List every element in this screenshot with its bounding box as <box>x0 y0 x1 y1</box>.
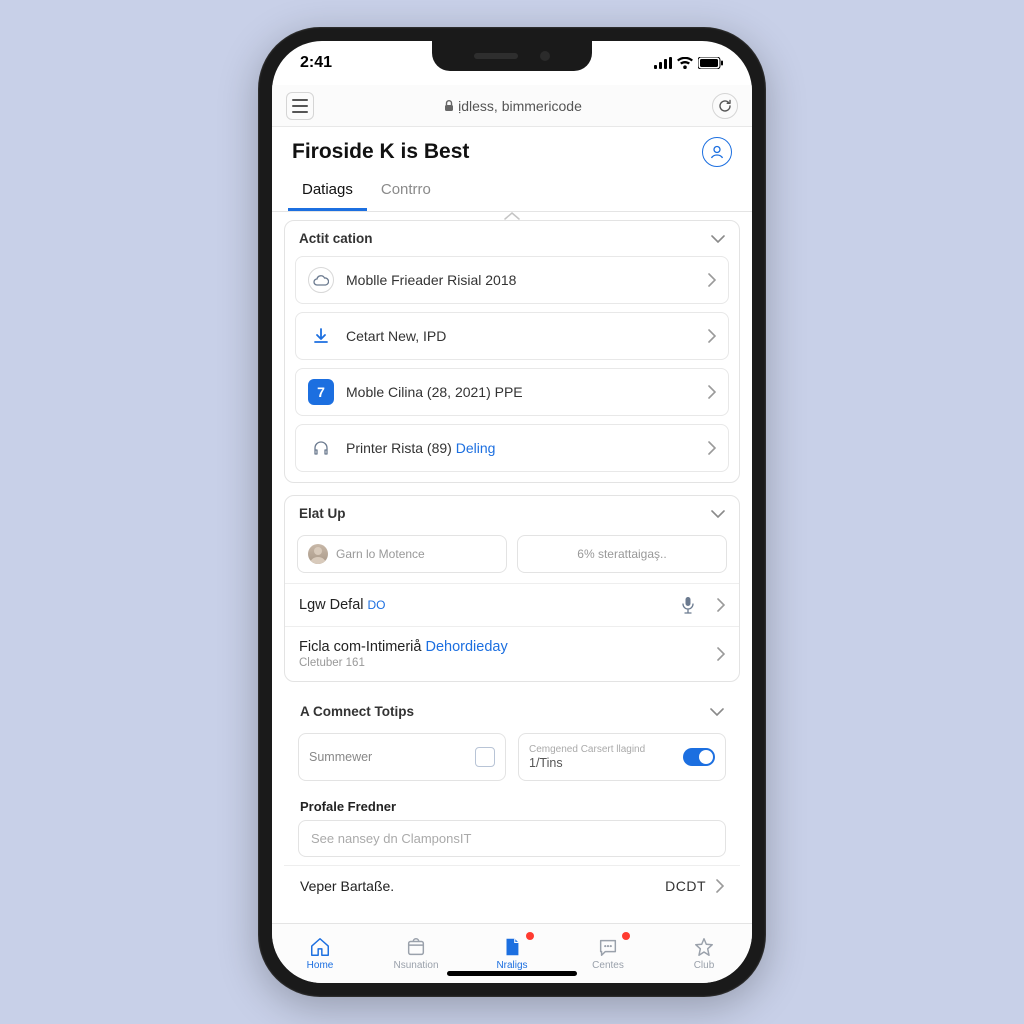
profile-button[interactable] <box>702 137 732 167</box>
status-time: 2:41 <box>300 54 332 72</box>
chevron-down-icon <box>711 510 725 518</box>
section-connect-totips: A Comnect Totips Summewer Cemgened Carse… <box>284 694 740 789</box>
list-item[interactable]: Cetart New, IPD <box>295 312 729 360</box>
mic-icon <box>681 596 695 614</box>
document-icon <box>501 936 523 958</box>
row-label: Veper Bartaße. <box>300 878 665 894</box>
chevron-right-icon <box>708 273 716 287</box>
chevron-right-icon <box>717 598 725 612</box>
browser-bar: ịdless, bimmericode <box>272 85 752 127</box>
list-item-label: Printer Rista (89) Deling <box>346 440 696 456</box>
caret-up-icon <box>503 211 521 221</box>
lock-icon <box>444 100 454 112</box>
content: Actit cation Moblle Frieader Risial 2018… <box>272 212 752 923</box>
row-veper[interactable]: Veper Bartaße. DCDT <box>284 865 740 906</box>
tab-bar: Datiags Contrro <box>272 173 752 212</box>
reload-button[interactable] <box>712 93 738 119</box>
menu-button[interactable] <box>286 92 314 120</box>
screen: 2:41 ịdless, bimmericode Firoside K is B… <box>272 41 752 983</box>
section-header[interactable]: Elat Up <box>285 496 739 531</box>
row-label: Lgw Defal DO <box>299 597 671 613</box>
toggle-row: Summewer Cemgened Carsert llagind 1/Tins <box>284 729 740 789</box>
chip-stat[interactable]: 6% sterattaigaş.. <box>517 535 727 573</box>
toggle-summewer[interactable]: Summewer <box>298 733 506 781</box>
number-badge-icon: 7 <box>308 379 334 405</box>
list-item-label: Moblle Frieader Risial 2018 <box>346 272 696 288</box>
tabbar-home[interactable]: Home <box>272 924 368 983</box>
box-icon <box>405 936 427 958</box>
chevron-down-icon <box>711 235 725 243</box>
status-icons <box>654 57 724 69</box>
toggle-switch[interactable] <box>683 748 715 766</box>
chevron-right-icon <box>716 879 724 893</box>
list-item[interactable]: Printer Rista (89) Deling <box>295 424 729 472</box>
badge-dot <box>622 932 630 940</box>
url-display[interactable]: ịdless, bimmericode <box>324 98 702 114</box>
notch <box>432 41 592 71</box>
badge-dot <box>526 932 534 940</box>
chip-person[interactable]: Garn lo Motence <box>297 535 507 573</box>
chevron-right-icon <box>717 647 725 661</box>
chips-row: Garn lo Motence 6% sterattaigaş.. <box>285 531 739 583</box>
row-ficla[interactable]: Ficla com-Intimeriå Dehordieday Cletuber… <box>285 626 739 681</box>
list-item-label: Cetart New, IPD <box>346 328 696 344</box>
cloud-icon <box>308 267 334 293</box>
row-label: Ficla com-Intimeriå Dehordieday <box>299 639 707 655</box>
toggle-tins[interactable]: Cemgened Carsert llagind 1/Tins <box>518 733 726 781</box>
chevron-right-icon <box>708 441 716 455</box>
reload-icon <box>718 99 732 113</box>
home-icon <box>309 936 331 958</box>
list-item[interactable]: Moblle Frieader Risial 2018 <box>295 256 729 304</box>
chevron-right-icon <box>708 329 716 343</box>
home-indicator[interactable] <box>447 971 577 976</box>
chevron-down-icon <box>710 708 724 716</box>
page-header: Firoside K is Best <box>272 127 752 173</box>
user-icon <box>709 144 725 160</box>
tab-contrro[interactable]: Contrro <box>367 173 445 211</box>
row-subtitle: Cletuber 161 <box>299 657 707 669</box>
checkbox[interactable] <box>475 747 495 767</box>
section-header[interactable]: A Comnect Totips <box>284 694 740 729</box>
star-icon <box>693 936 715 958</box>
chat-icon <box>597 936 619 958</box>
tabbar-club[interactable]: Club <box>656 924 752 983</box>
wifi-icon <box>677 57 693 69</box>
section-header: Profale Fredner <box>284 789 740 820</box>
download-icon <box>308 323 334 349</box>
avatar-icon <box>308 544 328 564</box>
chevron-right-icon <box>708 385 716 399</box>
headset-icon <box>308 435 334 461</box>
search-input[interactable]: See nansey dn ClamponsIT <box>298 820 726 857</box>
row-lgw-defal[interactable]: Lgw Defal DO <box>285 583 739 626</box>
page-title: Firoside K is Best <box>292 140 469 164</box>
section-elat-up: Elat Up Garn lo Motence 6% sterattaigaş.… <box>284 495 740 682</box>
section-profale-fredner: Profale Fredner See nansey dn ClamponsIT <box>284 789 740 857</box>
phone-frame: 2:41 ịdless, bimmericode Firoside K is B… <box>258 27 766 997</box>
section-header[interactable]: Actit cation <box>285 221 739 256</box>
cellular-icon <box>654 57 672 69</box>
tab-datiags[interactable]: Datiags <box>288 173 367 211</box>
battery-icon <box>698 57 724 69</box>
list-item[interactable]: 7 Moble Cilina (28, 2021) PPE <box>295 368 729 416</box>
list-item-label: Moble Cilina (28, 2021) PPE <box>346 384 696 400</box>
section-actit-cation: Actit cation Moblle Frieader Risial 2018… <box>284 220 740 483</box>
row-value: DCDT <box>665 878 706 894</box>
